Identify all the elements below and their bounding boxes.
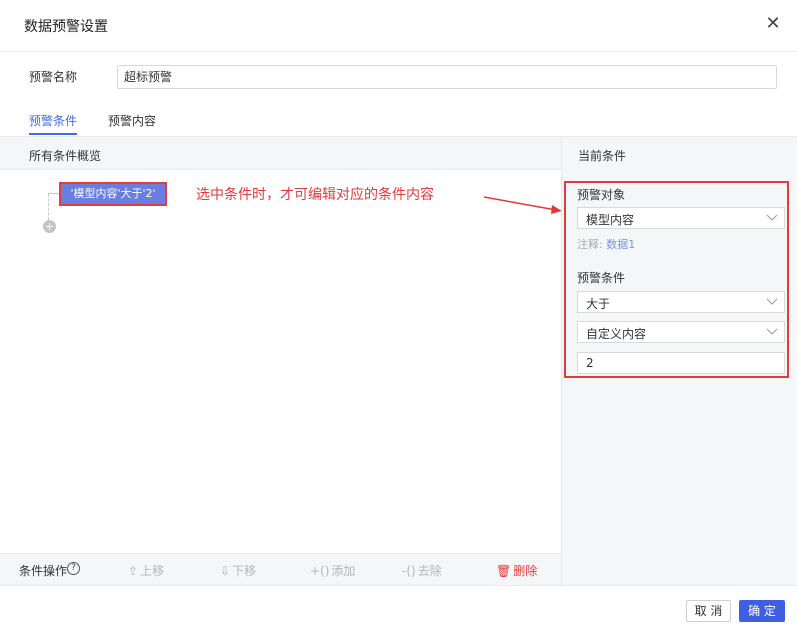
annotation-text: 选中条件时，才可编辑对应的条件内容 [196,187,434,203]
tab-alert-content[interactable]: 预警内容 [108,112,156,129]
alert-condition-label: 预警条件 [577,271,626,285]
alert-target-select[interactable]: 模型内容 [577,207,785,229]
close-icon[interactable]: ✕ [764,14,782,34]
move-down-icon: ⇩ [220,564,231,578]
alert-target-value: 模型内容 [586,213,635,227]
condition-value-input[interactable]: 2 [577,352,785,374]
confirm-button[interactable]: 确 定 [739,600,785,622]
add-paren-icon: +() [310,564,330,578]
active-tab-indicator [29,133,77,135]
chevron-down-icon [766,214,778,221]
condition-operations-bar [0,553,561,585]
tree-dashed-line [48,194,49,220]
conditions-overview-header: 所有条件概览 [0,136,561,170]
add-paren-button[interactable]: +() 添加 [310,562,355,579]
delete-button[interactable]: 🗑 删除 [496,562,537,579]
value-type-value: 自定义内容 [586,327,647,341]
conditions-overview-title: 所有条件概览 [29,149,102,163]
move-up-label: 上移 [140,564,165,578]
current-condition-title: 当前条件 [578,149,627,163]
note-link[interactable]: 数据1 [606,238,635,251]
note-prefix: 注释: [577,238,603,251]
dialog-footer [0,585,797,635]
chevron-down-icon [766,298,778,305]
move-down-label: 下移 [232,564,257,578]
trash-icon: 🗑 [496,564,512,578]
condition-ops-label: 条件操作 [19,564,68,578]
remove-paren-label: 去除 [417,564,442,578]
note: 注释: 数据1 [577,236,635,252]
alert-target-label: 预警对象 [577,188,626,202]
remove-paren-button[interactable]: -() 去除 [402,562,442,579]
dialog-title: 数据预警设置 [24,19,108,35]
alert-name-input[interactable]: 超标预警 [117,65,777,89]
cancel-button[interactable]: 取 消 [686,600,731,622]
plus-circle-icon[interactable]: + [43,220,56,233]
operator-value: 大于 [586,297,611,311]
remove-paren-icon: -() [402,564,416,578]
value-type-select[interactable]: 自定义内容 [577,321,785,343]
chevron-down-icon [766,328,778,335]
condition-node[interactable]: '模型内容'大于'2' [59,182,167,206]
dialog-header [0,0,797,52]
operator-select[interactable]: 大于 [577,291,785,313]
question-circle-icon[interactable]: ? [67,562,80,575]
delete-label: 删除 [513,564,538,578]
alert-name-label: 预警名称 [29,70,78,84]
add-paren-label: 添加 [331,564,356,578]
tab-alert-conditions[interactable]: 预警条件 [29,112,77,129]
move-up-button[interactable]: ⇪ 上移 [128,562,164,579]
move-down-button[interactable]: ⇩ 下移 [220,562,256,579]
move-up-icon: ⇪ [128,564,139,578]
